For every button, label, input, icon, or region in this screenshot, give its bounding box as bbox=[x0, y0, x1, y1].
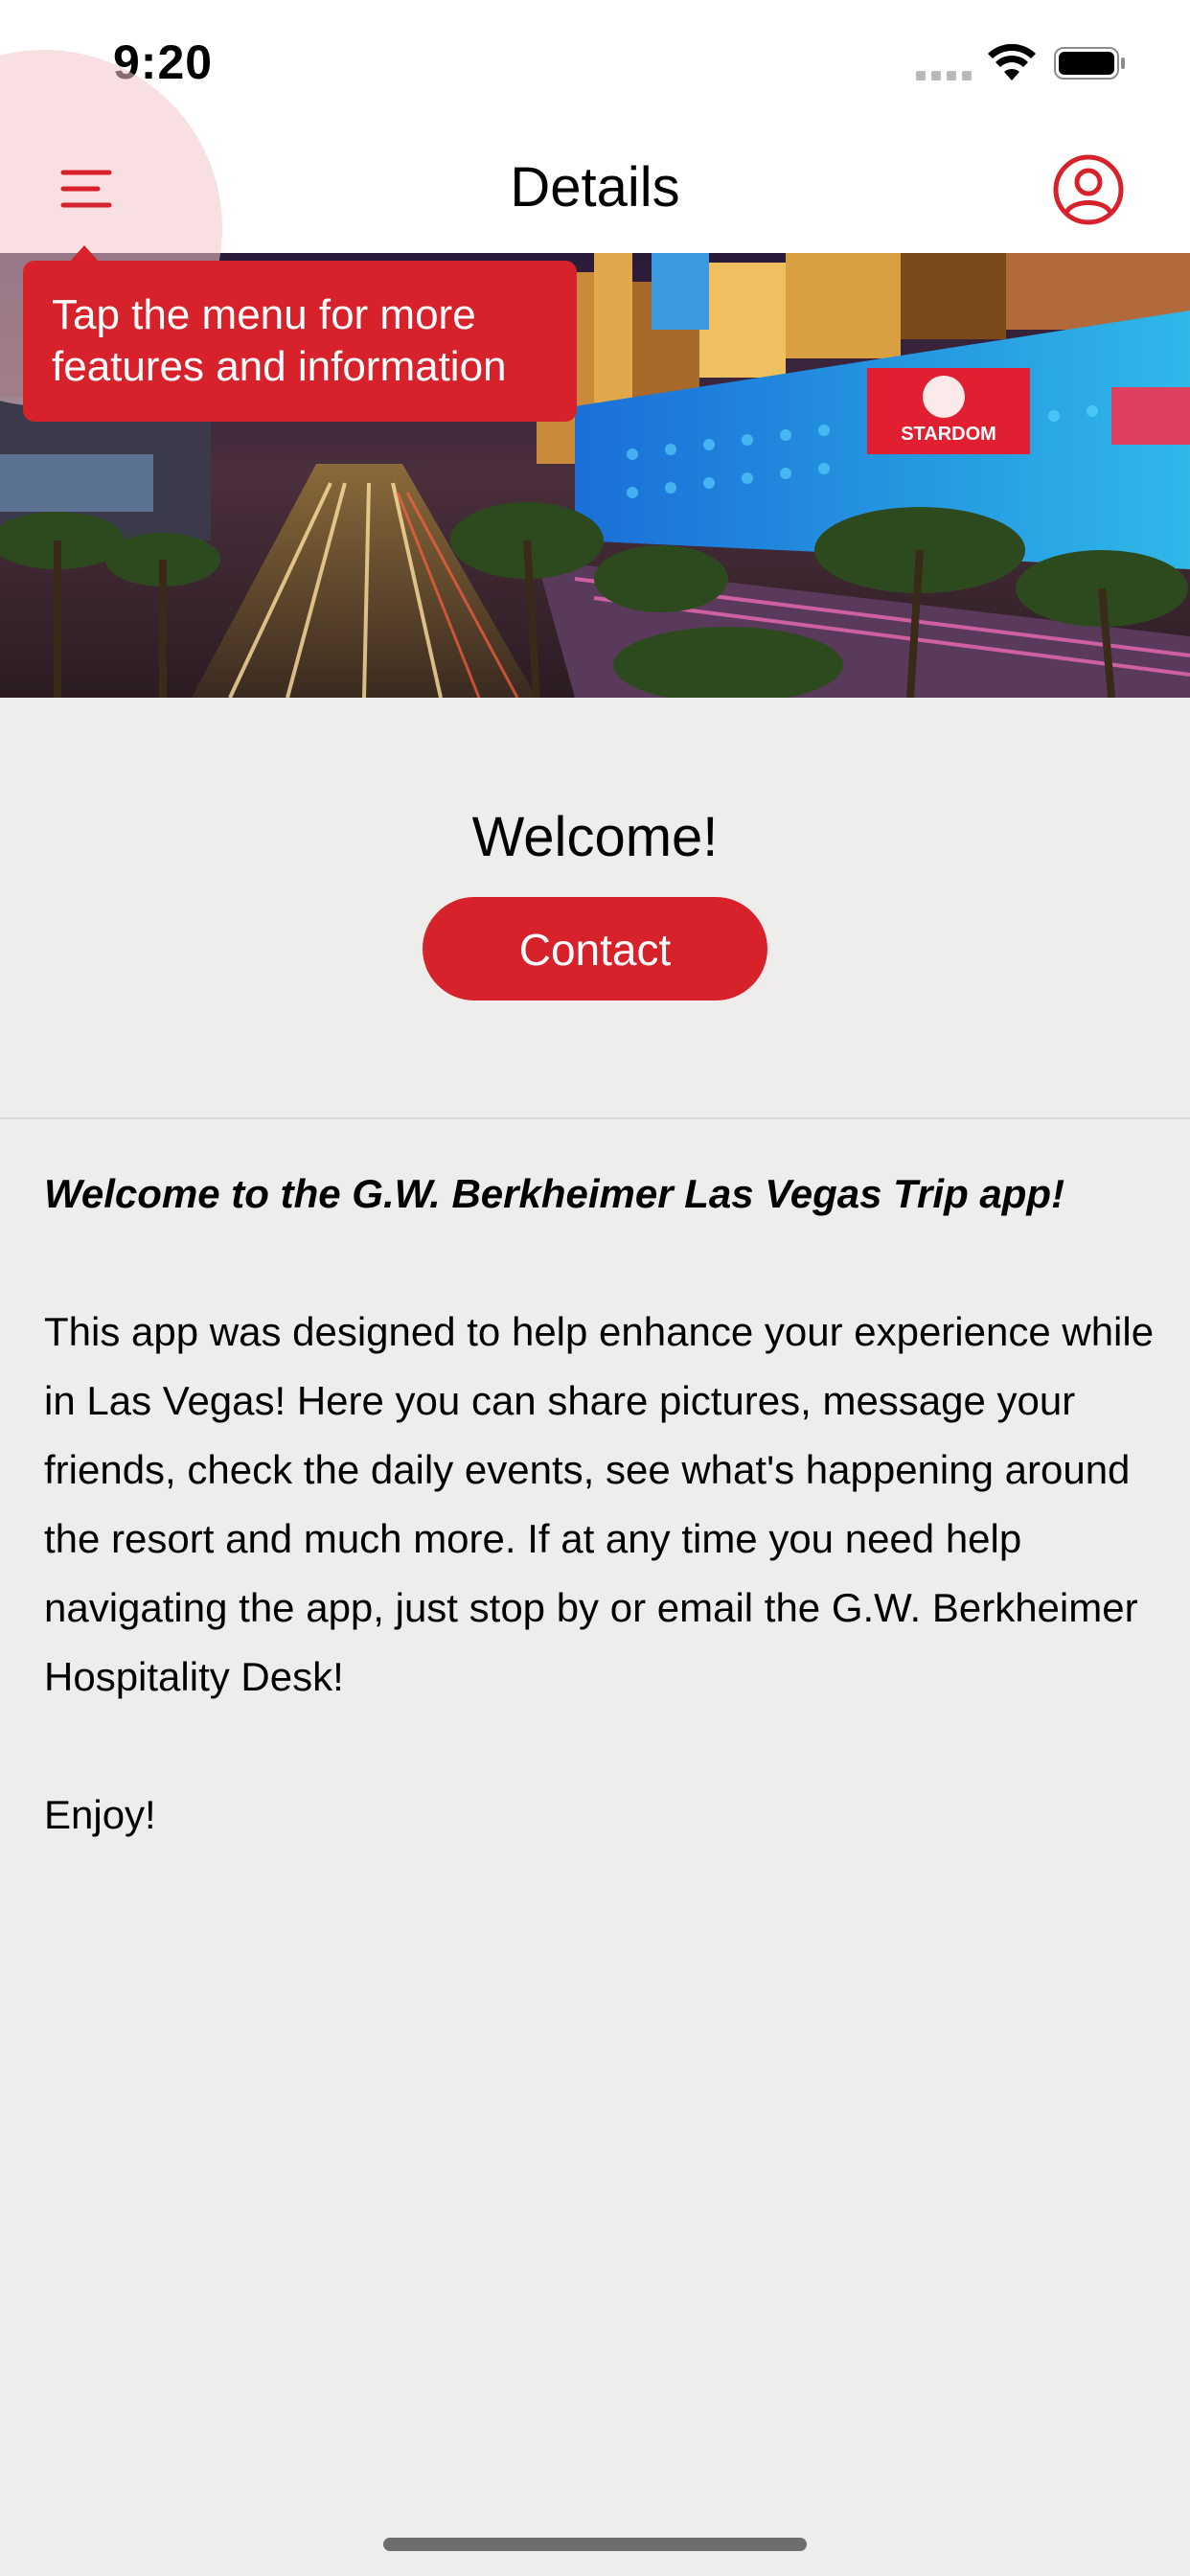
intro-text: Welcome to the G.W. Berkheimer Las Vegas… bbox=[44, 1171, 1065, 1216]
closing-text: Enjoy! bbox=[44, 1792, 156, 1837]
menu-button[interactable] bbox=[48, 151, 125, 228]
description-text: Welcome to the G.W. Berkheimer Las Vegas… bbox=[44, 1160, 1156, 1919]
section-divider bbox=[0, 1117, 1190, 1119]
home-indicator[interactable] bbox=[383, 2538, 807, 2551]
stardom-sign-text: STARDOM bbox=[901, 424, 996, 445]
profile-button[interactable] bbox=[1050, 151, 1127, 228]
user-profile-icon bbox=[1053, 154, 1124, 225]
status-bar: 9:20 bbox=[0, 0, 1190, 126]
contact-button[interactable]: Contact bbox=[423, 897, 767, 1000]
menu-tooltip[interactable]: Tap the menu for more features and infor… bbox=[23, 261, 577, 422]
wifi-icon bbox=[988, 44, 1036, 80]
welcome-heading: Welcome! bbox=[471, 806, 719, 868]
hamburger-menu-icon bbox=[60, 170, 112, 208]
cellular-signal-icon bbox=[916, 71, 972, 80]
details-screen: 9:20 Details STARDOM Tap the menu for mo… bbox=[0, 0, 1190, 2576]
battery-icon bbox=[1054, 47, 1125, 80]
description-paragraph: This app was designed to help enhance yo… bbox=[44, 1309, 1155, 1699]
welcome-section: Welcome! Contact bbox=[0, 698, 1190, 1117]
